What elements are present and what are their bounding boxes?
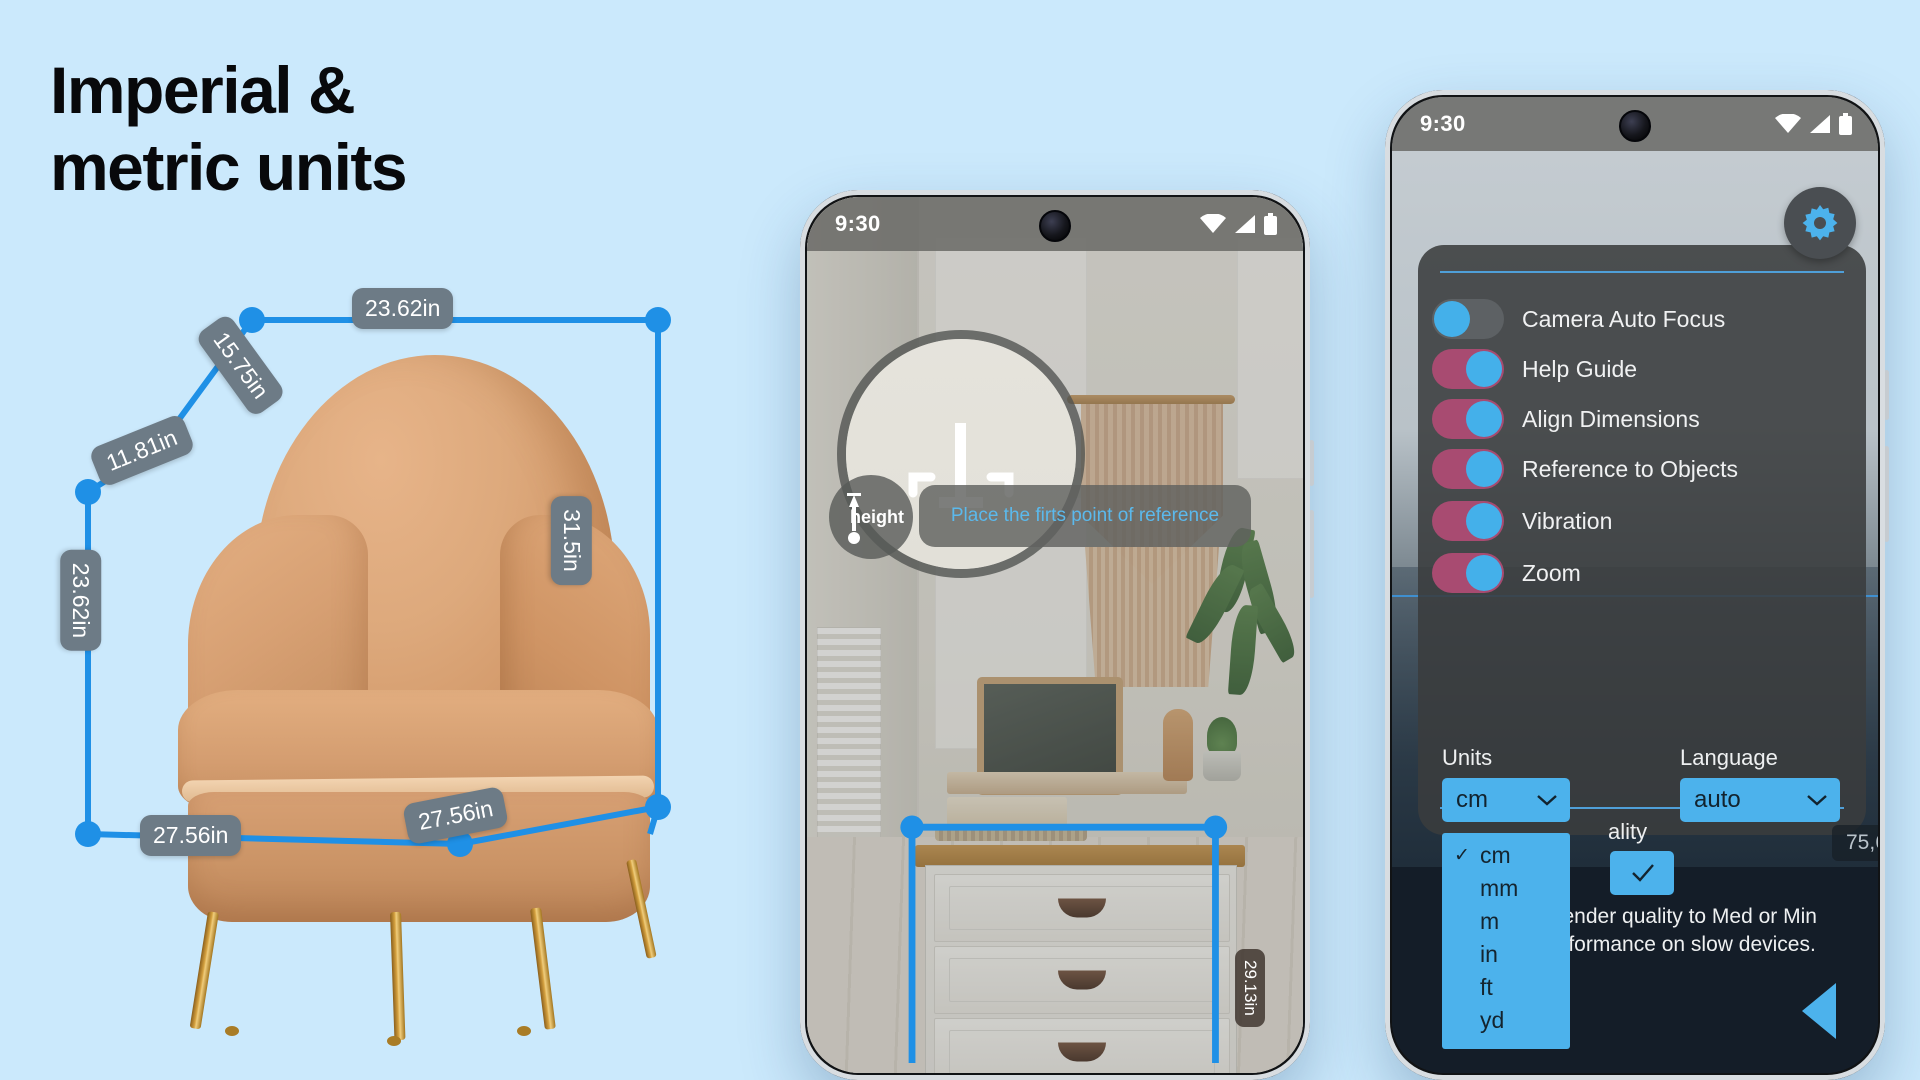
toggle-reference-to-objects[interactable] bbox=[1432, 449, 1504, 489]
units-select[interactable]: cm bbox=[1442, 778, 1570, 822]
units-option-in[interactable]: in bbox=[1442, 938, 1570, 971]
toggle-zoom[interactable] bbox=[1432, 553, 1504, 593]
units-dropdown-list[interactable]: ✓ cm mm m in ft yd bbox=[1442, 833, 1570, 1049]
front-camera-punchhole bbox=[1039, 210, 1071, 242]
chevron-down-icon bbox=[1807, 795, 1827, 806]
battery-icon bbox=[1264, 213, 1277, 235]
option-label: in bbox=[1480, 941, 1498, 967]
ar-measure-box bbox=[900, 815, 1228, 1063]
page-title: Imperial & metric units bbox=[50, 52, 408, 205]
toggle-row-reference-to-objects[interactable]: Reference to Objects bbox=[1432, 447, 1738, 491]
language-selected-value: auto bbox=[1694, 786, 1741, 813]
phone-side-button[interactable] bbox=[1309, 440, 1314, 486]
measure-label-top-width: 23.62in bbox=[352, 288, 454, 329]
back-triangle-icon[interactable] bbox=[1802, 983, 1836, 1039]
toggle-label: Camera Auto Focus bbox=[1522, 305, 1726, 332]
panel-divider-top bbox=[1440, 271, 1844, 273]
poster-canvas: Imperial & metric units 23.62in 15.75in … bbox=[0, 0, 1920, 1080]
chevron-down-icon bbox=[1537, 795, 1557, 806]
wifi-icon bbox=[1200, 214, 1226, 233]
battery-icon bbox=[1839, 113, 1852, 135]
units-field: Units cm ✓ cm mm m in ft yd bbox=[1442, 745, 1570, 1049]
phone-bezel: Camera Auto Focus Help Guide Align Dimen… bbox=[1392, 97, 1878, 1073]
settings-panel: Camera Auto Focus Help Guide Align Dimen… bbox=[1418, 245, 1878, 1049]
toggle-label: Zoom bbox=[1522, 559, 1581, 586]
toggle-label: Align Dimensions bbox=[1522, 405, 1700, 432]
ar-label-dresser-height: 29.13in bbox=[1235, 949, 1265, 1027]
phone-right: Camera Auto Focus Help Guide Align Dimen… bbox=[1385, 90, 1889, 1080]
toggle-row-camera-auto-focus[interactable]: Camera Auto Focus bbox=[1432, 297, 1725, 341]
check-icon: ✓ bbox=[1454, 845, 1470, 866]
toggle-help-guide[interactable] bbox=[1432, 349, 1504, 389]
units-option-mm[interactable]: mm bbox=[1442, 872, 1570, 905]
option-label: ft bbox=[1480, 974, 1493, 1000]
measurement-badge: 75,6cm bbox=[1832, 825, 1878, 861]
toggle-label: Vibration bbox=[1522, 507, 1613, 534]
toggle-label: Help Guide bbox=[1522, 355, 1638, 382]
phone-volume-button[interactable] bbox=[1884, 446, 1889, 542]
gear-icon bbox=[1802, 205, 1838, 241]
phone-side-button[interactable] bbox=[1884, 370, 1889, 420]
quality-field-title: ality bbox=[1608, 819, 1648, 844]
quality-note-line-2: performance on slow devices. bbox=[1538, 933, 1816, 957]
phone-volume-button[interactable] bbox=[1309, 510, 1314, 598]
status-time: 9:30 bbox=[835, 211, 881, 236]
option-label: yd bbox=[1480, 1007, 1505, 1033]
measure-label-right-height: 31.5in bbox=[550, 496, 592, 585]
toggle-label: Reference to Objects bbox=[1522, 455, 1739, 482]
units-option-cm[interactable]: ✓ cm bbox=[1442, 839, 1570, 872]
chair-measure-illustration: 23.62in 15.75in 11.81in 23.62in 31.5in 2… bbox=[0, 240, 720, 1080]
toggle-camera-auto-focus[interactable] bbox=[1432, 299, 1504, 339]
units-option-m[interactable]: m bbox=[1442, 905, 1570, 938]
signal-icon bbox=[1235, 215, 1255, 233]
front-camera-punchhole bbox=[1619, 110, 1651, 142]
language-select[interactable]: auto bbox=[1680, 778, 1840, 822]
language-field: Language auto bbox=[1680, 745, 1840, 822]
phone-screen-settings[interactable]: Camera Auto Focus Help Guide Align Dimen… bbox=[1392, 97, 1878, 1073]
phone-screen-ar-camera[interactable]: 27.56in 29.13in bbox=[807, 197, 1303, 1073]
measure-label-bottom-left: 27.56in bbox=[140, 815, 242, 856]
signal-icon bbox=[1810, 115, 1830, 133]
quality-help-text: e render quality to Med or Min performan… bbox=[1538, 903, 1878, 960]
option-label: mm bbox=[1480, 875, 1519, 901]
units-option-yd[interactable]: yd bbox=[1442, 1004, 1570, 1037]
toggle-align-dimensions[interactable] bbox=[1432, 399, 1504, 439]
quality-note-line-1: e render quality to Med or Min bbox=[1538, 905, 1817, 928]
check-icon bbox=[1632, 864, 1654, 882]
toggle-row-help-guide[interactable]: Help Guide bbox=[1432, 347, 1637, 391]
chair-measure-lines bbox=[75, 307, 671, 857]
units-option-ft[interactable]: ft bbox=[1442, 971, 1570, 1004]
phone-bezel: 27.56in 29.13in bbox=[807, 197, 1303, 1073]
toggle-row-vibration[interactable]: Vibration bbox=[1432, 499, 1612, 543]
units-selected-value: cm bbox=[1456, 786, 1488, 813]
wifi-icon bbox=[1775, 114, 1801, 133]
status-time: 9:30 bbox=[1420, 111, 1466, 136]
toggle-row-align-dimensions[interactable]: Align Dimensions bbox=[1432, 397, 1700, 441]
language-label: Language bbox=[1680, 745, 1778, 770]
toggle-row-zoom[interactable]: Zoom bbox=[1432, 551, 1581, 595]
quality-select[interactable] bbox=[1610, 851, 1674, 895]
settings-gear-button[interactable] bbox=[1784, 187, 1856, 259]
option-label: cm bbox=[1480, 842, 1511, 868]
measure-label-left-height: 23.62in bbox=[60, 549, 102, 652]
toggle-vibration[interactable] bbox=[1432, 501, 1504, 541]
headline-line-2: metric units bbox=[50, 129, 408, 204]
headline-line-1: Imperial & bbox=[50, 53, 356, 127]
option-label: m bbox=[1480, 908, 1500, 934]
units-label: Units bbox=[1442, 745, 1493, 770]
phone-middle: 27.56in 29.13in bbox=[800, 190, 1314, 1080]
